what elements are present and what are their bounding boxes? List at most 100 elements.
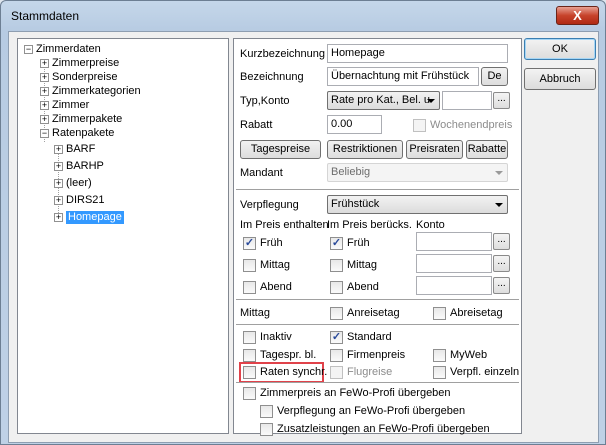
- stammdaten-window: Stammdaten X − Zimmerdaten + Zimmerpreis…: [0, 0, 606, 445]
- abend-enthalten-checkbox[interactable]: [243, 281, 256, 294]
- col-header-beruecks: Im Preis berücks.: [327, 219, 412, 231]
- expand-icon[interactable]: +: [54, 162, 63, 171]
- fewo-zusatz-label: Zusatzleistungen an FeWo-Profi übergeben: [277, 423, 490, 435]
- fewo-verpflegung-label: Verpflegung an FeWo-Profi übergeben: [277, 405, 466, 417]
- mittag-konto-browse-button[interactable]: ...: [493, 255, 510, 272]
- abend-label-2: Abend: [347, 281, 379, 293]
- fewo-verpflegung-checkbox[interactable]: [260, 405, 273, 418]
- abreisetag-label: Abreisetag: [450, 307, 503, 319]
- myweb-label: MyWeb: [450, 349, 488, 361]
- abend-konto-field[interactable]: [416, 276, 492, 295]
- bezeichnung-field[interactable]: Übernachtung mit Frühstück: [327, 67, 479, 86]
- mittag-beruecks-checkbox[interactable]: [330, 259, 343, 272]
- mittag-label: Mittag: [260, 259, 290, 271]
- abend-konto-browse-button[interactable]: ...: [493, 277, 510, 294]
- chevron-down-icon: [495, 171, 503, 175]
- expand-icon[interactable]: +: [40, 87, 49, 96]
- expand-icon[interactable]: +: [40, 59, 49, 68]
- title-bar: Stammdaten X: [1, 1, 605, 31]
- rabatt-field[interactable]: 0.00: [327, 115, 382, 134]
- frueh-konto-browse-button[interactable]: ...: [493, 233, 510, 250]
- language-button[interactable]: De: [481, 67, 508, 86]
- kurzbezeichnung-label: Kurzbezeichnung: [240, 48, 326, 60]
- mittag-label-2: Mittag: [347, 259, 377, 271]
- anreisetag-checkbox[interactable]: [330, 307, 343, 320]
- tree-label: Zimmer: [52, 99, 90, 111]
- frueh-beruecks-checkbox[interactable]: ✓: [330, 237, 343, 250]
- raten-synchr-label: Raten synchr.: [260, 366, 328, 378]
- close-button[interactable]: X: [556, 6, 599, 25]
- firmenpreis-checkbox[interactable]: [330, 349, 343, 362]
- abreisetag-checkbox[interactable]: [433, 307, 446, 320]
- window-title: Stammdaten: [11, 9, 80, 23]
- abend-label: Abend: [260, 281, 292, 293]
- tree-label: BARHP: [66, 160, 104, 172]
- frueh-label: Früh: [260, 237, 283, 249]
- tree-label: Zimmerpreise: [52, 57, 120, 69]
- tree-label: Sonderpreise: [52, 71, 118, 83]
- frueh-label-2: Früh: [347, 237, 370, 249]
- collapse-icon[interactable]: −: [24, 45, 33, 54]
- divider: [236, 324, 519, 326]
- mittag-konto-field[interactable]: [416, 254, 492, 273]
- typ-dropdown[interactable]: Rate pro Kat., Bel. u: [327, 91, 440, 110]
- tree-label: BARF: [66, 143, 96, 155]
- preisraten-button[interactable]: Preisraten: [406, 140, 463, 159]
- collapse-icon[interactable]: −: [40, 129, 49, 138]
- mittag-enthalten-checkbox[interactable]: [243, 259, 256, 272]
- rabatte-button[interactable]: Rabatte: [466, 140, 508, 159]
- expand-icon[interactable]: +: [54, 213, 63, 222]
- tree-label-selected: Homepage: [66, 211, 124, 224]
- frueh-konto-field[interactable]: [416, 232, 492, 251]
- fewo-zimmerpreis-checkbox[interactable]: [243, 387, 256, 400]
- abend-beruecks-checkbox[interactable]: [330, 281, 343, 294]
- inaktiv-label: Inaktiv: [260, 331, 292, 343]
- wochenendpreis-checkbox: [413, 119, 426, 132]
- expand-icon[interactable]: +: [54, 179, 63, 188]
- mandant-value: Beliebig: [331, 166, 371, 178]
- divider: [236, 189, 519, 191]
- standard-checkbox[interactable]: ✓: [330, 331, 343, 344]
- anreisetag-label: Anreisetag: [347, 307, 400, 319]
- tree-label: (leer): [66, 177, 92, 189]
- tagespr-bl-label: Tagespr. bl.: [260, 349, 317, 361]
- tree-view[interactable]: − Zimmerdaten + Zimmerpreise + Sonderpre…: [17, 38, 229, 434]
- fewo-zimmerpreis-label: Zimmerpreis an FeWo-Profi übergeben: [260, 387, 451, 399]
- chevron-down-icon: [427, 99, 435, 103]
- mandant-dropdown: Beliebig: [327, 163, 508, 182]
- abbruch-button[interactable]: Abbruch: [524, 68, 596, 90]
- tree-label: Zimmerpakete: [52, 113, 123, 125]
- verpflegung-dropdown[interactable]: Frühstück: [327, 195, 508, 214]
- typ-value: Rate pro Kat., Bel. u: [331, 94, 431, 106]
- frueh-enthalten-checkbox[interactable]: ✓: [243, 237, 256, 250]
- col-header-enthalten: Im Preis enthalten: [240, 219, 329, 231]
- tree-label: Zimmerdaten: [36, 43, 101, 55]
- flugreise-label: Flugreise: [347, 366, 393, 378]
- chevron-down-icon: [495, 203, 503, 207]
- expand-icon[interactable]: +: [40, 101, 49, 110]
- myweb-checkbox[interactable]: [433, 349, 446, 362]
- expand-icon[interactable]: +: [40, 73, 49, 82]
- expand-icon[interactable]: +: [54, 196, 63, 205]
- bezeichnung-label: Bezeichnung: [240, 71, 304, 83]
- divider: [236, 299, 519, 301]
- inaktiv-checkbox[interactable]: [243, 331, 256, 344]
- raten-synchr-checkbox[interactable]: [243, 366, 256, 379]
- tagespr-bl-checkbox[interactable]: [243, 349, 256, 362]
- firmenpreis-label: Firmenpreis: [347, 349, 406, 361]
- kurzbezeichnung-field[interactable]: Homepage: [327, 44, 508, 63]
- restriktionen-button[interactable]: Restriktionen: [327, 140, 403, 159]
- expand-icon[interactable]: +: [54, 145, 63, 154]
- tree-label: DIRS21: [66, 194, 105, 206]
- divider: [236, 382, 519, 384]
- col-header-konto: Konto: [416, 219, 445, 231]
- fewo-zusatz-checkbox[interactable]: [260, 423, 273, 436]
- konto-browse-button[interactable]: ...: [493, 92, 510, 109]
- expand-icon[interactable]: +: [40, 115, 49, 124]
- konto-field[interactable]: [442, 91, 492, 110]
- tagespreise-button[interactable]: Tagespreise: [240, 140, 321, 159]
- verpflegung-label: Verpflegung: [240, 199, 299, 211]
- ok-button[interactable]: OK: [524, 38, 596, 60]
- mittag-section-label: Mittag: [240, 307, 270, 319]
- verpfl-einzeln-checkbox[interactable]: [433, 366, 446, 379]
